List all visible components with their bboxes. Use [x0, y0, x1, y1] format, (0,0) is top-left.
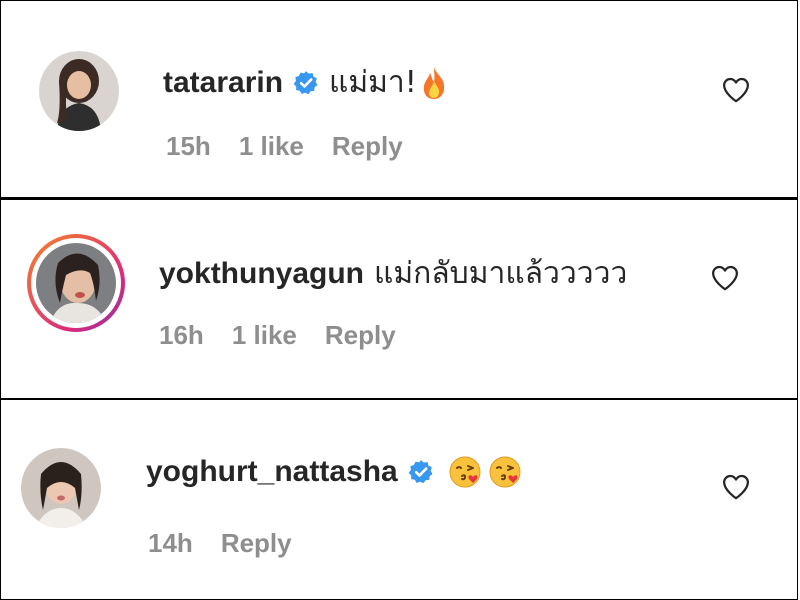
face-blowing-kiss-emoji — [488, 455, 522, 489]
comment-item: yokthunyagun แม่กลับมาแล้ววววว 16h 1 lik… — [0, 198, 798, 399]
like-count[interactable]: 1 like — [232, 320, 297, 351]
reply-button[interactable]: Reply — [221, 528, 292, 559]
heart-outline-icon[interactable] — [721, 472, 751, 502]
comment-item: yoghurt_nattasha 14h Reply — [0, 398, 798, 600]
comment-text: แม่กลับมาแล้ววววว — [374, 256, 628, 291]
avatar[interactable] — [21, 448, 101, 528]
heart-outline-icon[interactable] — [721, 75, 751, 105]
fire-emoji — [419, 65, 449, 101]
comment-timestamp: 14h — [148, 528, 193, 558]
like-count[interactable]: 1 like — [239, 131, 304, 162]
comment-timestamp: 16h — [159, 320, 204, 350]
avatar[interactable] — [39, 51, 119, 131]
verified-badge-icon — [293, 70, 319, 96]
username[interactable]: yokthunyagun — [159, 257, 364, 291]
comment-item: tatararin แม่มา! 15h 1 like Reply — [0, 0, 798, 198]
avatar[interactable] — [27, 234, 125, 332]
username[interactable]: tatararin — [163, 66, 283, 100]
comment-text: แม่มา! — [329, 65, 417, 100]
reply-button[interactable]: Reply — [332, 131, 403, 162]
reply-button[interactable]: Reply — [325, 320, 396, 351]
comment-timestamp: 15h — [166, 131, 211, 161]
verified-badge-icon — [408, 459, 434, 485]
heart-outline-icon[interactable] — [710, 263, 740, 293]
face-blowing-kiss-emoji — [448, 455, 482, 489]
username[interactable]: yoghurt_nattasha — [146, 455, 398, 489]
